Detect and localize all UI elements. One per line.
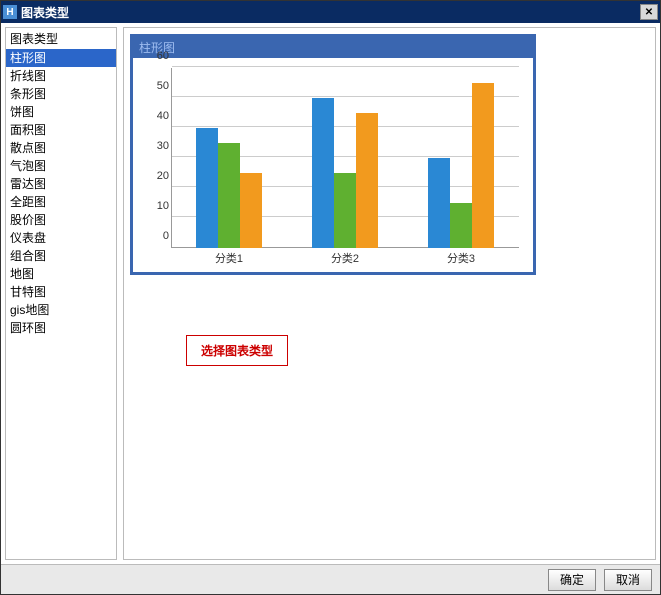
- content-area: 图表类型 柱形图折线图条形图饼图面积图散点图气泡图雷达图全距图股价图仪表盘组合图…: [1, 23, 660, 564]
- sidebar-item[interactable]: 柱形图: [6, 49, 116, 67]
- sidebar-item[interactable]: 全距图: [6, 193, 116, 211]
- sidebar-item[interactable]: 地图: [6, 265, 116, 283]
- chart-bar: [472, 83, 494, 248]
- window-title: 图表类型: [21, 4, 640, 21]
- chart-bar: [334, 173, 356, 248]
- sidebar-item[interactable]: 圆环图: [6, 319, 116, 337]
- y-tick-label: 20: [157, 170, 169, 182]
- sidebar-item[interactable]: gis地图: [6, 301, 116, 319]
- chart-area: 0102030405060 分类1分类2分类3: [133, 58, 533, 272]
- callout-select-chart-type: 选择图表类型: [186, 335, 288, 366]
- bar-group: [312, 98, 378, 248]
- y-tick-label: 40: [157, 110, 169, 122]
- y-tick-label: 60: [157, 50, 169, 62]
- sidebar-header: 图表类型: [6, 28, 116, 49]
- chart-bar: [240, 173, 262, 248]
- sidebar-item[interactable]: 面积图: [6, 121, 116, 139]
- chart-plot: 0102030405060 分类1分类2分类3: [143, 68, 523, 268]
- dialog-footer: 确定 取消: [1, 564, 660, 594]
- chart-title: 柱形图: [133, 37, 533, 58]
- sidebar-item[interactable]: 雷达图: [6, 175, 116, 193]
- chart-preview: 柱形图 0 10 20 30 40 50 60 分类1 分类2 分类3: [130, 34, 536, 275]
- y-tick-label: 50: [157, 80, 169, 92]
- sidebar-item[interactable]: 条形图: [6, 85, 116, 103]
- sidebar-item[interactable]: 饼图: [6, 103, 116, 121]
- chart-bars: [171, 68, 519, 248]
- sidebar-item[interactable]: 仪表盘: [6, 229, 116, 247]
- sidebar-item[interactable]: 气泡图: [6, 157, 116, 175]
- app-icon: H: [3, 5, 17, 19]
- sidebar-item[interactable]: 组合图: [6, 247, 116, 265]
- chart-type-sidebar: 图表类型 柱形图折线图条形图饼图面积图散点图气泡图雷达图全距图股价图仪表盘组合图…: [5, 27, 117, 560]
- y-tick-label: 10: [157, 200, 169, 212]
- sidebar-item[interactable]: 散点图: [6, 139, 116, 157]
- dialog-window: H 图表类型 ✕ 图表类型 柱形图折线图条形图饼图面积图散点图气泡图雷达图全距图…: [0, 0, 661, 595]
- y-tick-label: 0: [163, 230, 169, 242]
- grid-line: [172, 66, 519, 67]
- x-tick-label: 分类2: [331, 250, 359, 268]
- close-icon[interactable]: ✕: [640, 4, 658, 20]
- chart-bar: [450, 203, 472, 248]
- bar-group: [196, 128, 262, 248]
- titlebar: H 图表类型 ✕: [1, 1, 660, 23]
- sidebar-item[interactable]: 股价图: [6, 211, 116, 229]
- ok-button[interactable]: 确定: [548, 569, 596, 591]
- chart-bar: [428, 158, 450, 248]
- sidebar-item[interactable]: 折线图: [6, 67, 116, 85]
- chart-bar: [312, 98, 334, 248]
- y-axis: 0102030405060: [143, 68, 171, 248]
- preview-panel: 柱形图 0 10 20 30 40 50 60 分类1 分类2 分类3 选择图表类型: [123, 27, 656, 560]
- cancel-button[interactable]: 取消: [604, 569, 652, 591]
- chart-bar: [218, 143, 240, 248]
- bar-group: [428, 83, 494, 248]
- x-axis-labels: 分类1 分类2 分类3: [171, 250, 519, 268]
- chart-bar: [356, 113, 378, 248]
- x-tick-label: 分类1: [215, 250, 243, 268]
- sidebar-item[interactable]: 甘特图: [6, 283, 116, 301]
- sidebar-list: 柱形图折线图条形图饼图面积图散点图气泡图雷达图全距图股价图仪表盘组合图地图甘特图…: [6, 49, 116, 559]
- y-tick-label: 30: [157, 140, 169, 152]
- chart-bar: [196, 128, 218, 248]
- x-tick-label: 分类3: [447, 250, 475, 268]
